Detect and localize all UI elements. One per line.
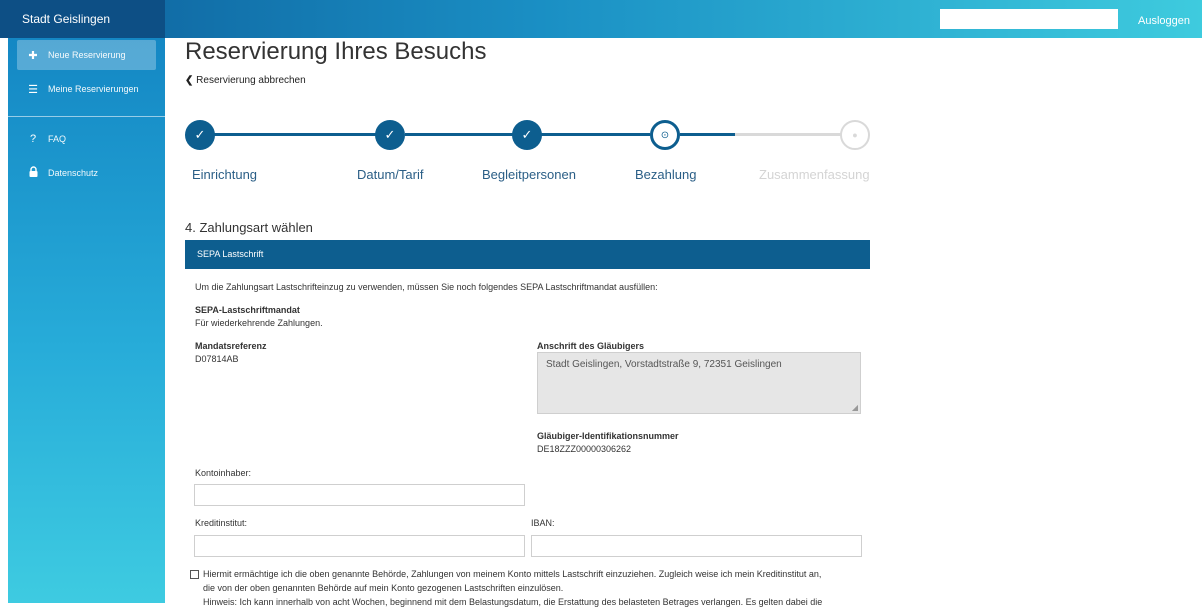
cancel-reservation-link[interactable]: ❮ Reservierung abbrechen: [185, 75, 306, 86]
payment-method-header: SEPA Lastschrift: [185, 240, 870, 269]
step-connector: [405, 133, 514, 136]
step-label-zusammenfassung: Zusammenfassung: [759, 167, 870, 182]
sidebar: ✚ Neue Reservierung ☰ Meine Reservierung…: [8, 38, 165, 603]
consent-text-line-3: Hinweis: Ich kann innerhalb von acht Woc…: [203, 597, 823, 607]
bank-input[interactable]: [194, 535, 525, 557]
creditor-address-field: Stadt Geislingen, Vorstadtstraße 9, 7235…: [537, 352, 861, 414]
step-connector: [680, 133, 735, 136]
resize-handle-icon: ◢: [851, 403, 858, 412]
account-holder-input[interactable]: [194, 484, 525, 506]
question-icon: ?: [29, 133, 37, 145]
sepa-intro-text: Um die Zahlungsart Lastschrifteinzug zu …: [195, 282, 658, 292]
sidebar-item-label: Neue Reservierung: [48, 50, 126, 60]
sidebar-item-new-reservation[interactable]: ✚ Neue Reservierung: [17, 40, 156, 70]
brand-name[interactable]: Stadt Geislingen: [0, 0, 165, 38]
consent-text-line-2: die von der oben genannten Behörde auf m…: [203, 583, 564, 593]
step-2-check-icon[interactable]: ✓: [375, 120, 405, 150]
sidebar-item-privacy[interactable]: Datenschutz: [17, 158, 156, 188]
step-label-datum-tarif: Datum/Tarif: [357, 167, 424, 182]
section-title: 4. Zahlungsart wählen: [185, 220, 313, 235]
list-icon: ☰: [28, 83, 38, 96]
mandate-subtitle: Für wiederkehrende Zahlungen.: [195, 318, 323, 328]
iban-label: IBAN:: [531, 518, 555, 528]
account-holder-label: Kontoinhaber:: [195, 468, 252, 478]
mandate-title: SEPA-Lastschriftmandat: [195, 305, 300, 315]
sidebar-item-label: Meine Reservierungen: [48, 84, 139, 94]
cancel-link-label: Reservierung abbrechen: [196, 75, 306, 86]
progress-stepper: ✓ ✓ ✓ ⊙ ● Einrichtung Datum/Tarif Beglei…: [185, 118, 875, 218]
creditor-id-label: Gläubiger-Identifikationsnummer: [537, 431, 679, 441]
consent-checkbox[interactable]: [190, 570, 199, 579]
top-bar: Stadt Geislingen Ausloggen: [0, 0, 1202, 38]
step-connector: [541, 133, 650, 136]
step-label-einrichtung: Einrichtung: [192, 167, 258, 182]
step-label-begleitpersonen: Begleitpersonen: [482, 167, 576, 182]
sidebar-item-label: Datenschutz: [48, 168, 99, 178]
mandate-reference-label: Mandatsreferenz: [195, 341, 267, 351]
bank-label: Kreditinstitut:: [195, 518, 248, 528]
sidebar-item-faq[interactable]: ? FAQ: [17, 124, 156, 154]
step-1-check-icon[interactable]: ✓: [185, 120, 215, 150]
step-3-check-icon[interactable]: ✓: [512, 120, 542, 150]
iban-input[interactable]: [531, 535, 862, 557]
consent-text-line-1: Hiermit ermächtige ich die oben genannte…: [203, 569, 822, 579]
creditor-address-label: Anschrift des Gläubigers: [537, 341, 645, 351]
step-5-pending-icon: ●: [840, 120, 870, 150]
plus-icon: ✚: [28, 49, 38, 62]
chevron-left-icon: ❮: [185, 75, 194, 86]
sidebar-divider: [8, 116, 165, 117]
logout-button[interactable]: Ausloggen: [1138, 0, 1190, 38]
step-connector: [735, 133, 843, 136]
sidebar-item-label: FAQ: [48, 134, 67, 144]
sidebar-item-my-reservations[interactable]: ☰ Meine Reservierungen: [17, 74, 156, 104]
lock-icon: [27, 166, 39, 180]
page-title: Reservierung Ihres Besuchs: [185, 38, 487, 65]
creditor-address-value: Stadt Geislingen, Vorstadtstraße 9, 7235…: [546, 359, 782, 370]
mandate-reference-value: D07814AB: [195, 354, 239, 364]
step-4-current-icon[interactable]: ⊙: [650, 120, 680, 150]
creditor-id-value: DE18ZZZ00000306262: [537, 444, 632, 454]
top-search-input[interactable]: [940, 9, 1118, 29]
step-connector: [213, 133, 380, 136]
step-label-bezahlung: Bezahlung: [635, 167, 697, 182]
